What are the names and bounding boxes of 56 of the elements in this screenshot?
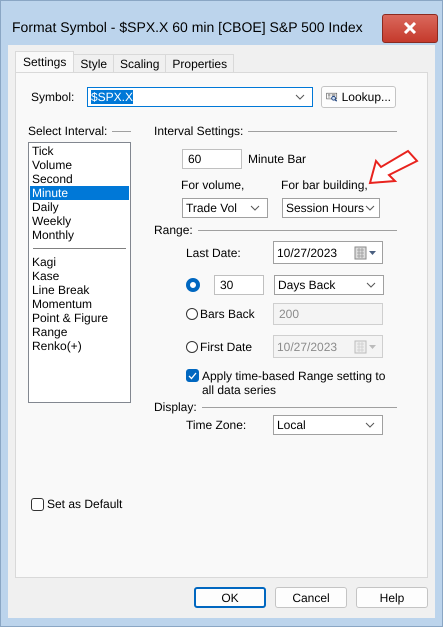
field-label: Minute Bar (248, 152, 306, 166)
list-item[interactable]: Range (30, 325, 129, 339)
tab[interactable]: Settings (15, 51, 74, 72)
list-item[interactable]: Monthly (30, 228, 129, 242)
group-heading: Select Interval: (28, 124, 108, 138)
list-item[interactable]: Line Break (30, 283, 129, 297)
checkbox[interactable] (31, 498, 44, 510)
time-zone-dropdown[interactable]: Local (273, 415, 383, 435)
list-item[interactable]: Second (30, 172, 129, 186)
list-item[interactable]: Daily (30, 200, 129, 214)
tab[interactable]: Style (73, 54, 114, 72)
dialog-button[interactable]: Cancel (275, 587, 347, 608)
list-item[interactable]: Kagi (30, 255, 129, 269)
list-item[interactable]: Volume (30, 158, 129, 172)
date-field[interactable]: 10/27/2023 (273, 241, 383, 264)
group-heading: Range: (154, 223, 193, 237)
range-unit-dropdown[interactable]: Days Back (274, 275, 384, 295)
tab[interactable]: Scaling (113, 54, 166, 72)
close-icon (403, 22, 417, 34)
bar-size-field[interactable]: 60 (182, 149, 242, 169)
chevron-down-icon[interactable] (365, 205, 375, 211)
checkbox-label[interactable]: Set as Default (47, 497, 122, 511)
list-item[interactable]: Weekly (30, 214, 129, 228)
tab[interactable]: Properties (165, 54, 234, 72)
lookup-button[interactable]: Lookup... (321, 86, 396, 108)
list-item[interactable]: Momentum (30, 297, 129, 311)
chevron-down-icon[interactable] (366, 282, 376, 288)
arrow-icon (368, 149, 420, 187)
dialog-button[interactable]: OK (194, 587, 266, 608)
window-title: Format Symbol - $SPX.X 60 min [CBOE] S&P 500 Index (11, 19, 363, 35)
bar-building-dropdown[interactable]: Session Hours (282, 198, 380, 218)
list-item[interactable]: Renko(+) (30, 339, 129, 353)
chevron-down-icon[interactable] (295, 94, 305, 100)
symbol-label: Symbol: (30, 90, 76, 104)
check-icon (188, 372, 197, 380)
list-item[interactable]: Kase (30, 269, 129, 283)
group-heading: Interval Settings: (154, 124, 244, 138)
chevron-down-icon[interactable] (365, 422, 375, 428)
field-label: For volume, (181, 178, 246, 192)
chevron-down-icon[interactable] (250, 205, 260, 211)
field-label: Last Date: (186, 246, 242, 260)
symbol-field[interactable]: $SPX.X (87, 86, 313, 106)
list-item[interactable]: Tick (30, 144, 129, 158)
volume-dropdown[interactable]: Trade Vol (182, 198, 268, 218)
radio-button[interactable] (186, 278, 200, 292)
days-field[interactable]: 30 (214, 275, 264, 295)
list-item[interactable]: Point & Figure (30, 311, 129, 325)
field-label: For bar building, (281, 178, 368, 192)
calendar-icon[interactable] (354, 246, 378, 260)
close-button[interactable] (382, 14, 438, 42)
dialog-button[interactable]: Help (356, 587, 428, 608)
list-item[interactable]: Minute (30, 186, 129, 200)
checkbox[interactable] (186, 369, 199, 382)
checkbox-label[interactable]: Apply time-based Range setting to all data series (202, 369, 397, 397)
field-label: Time Zone: (186, 418, 248, 432)
group-heading: Display: (154, 400, 197, 414)
